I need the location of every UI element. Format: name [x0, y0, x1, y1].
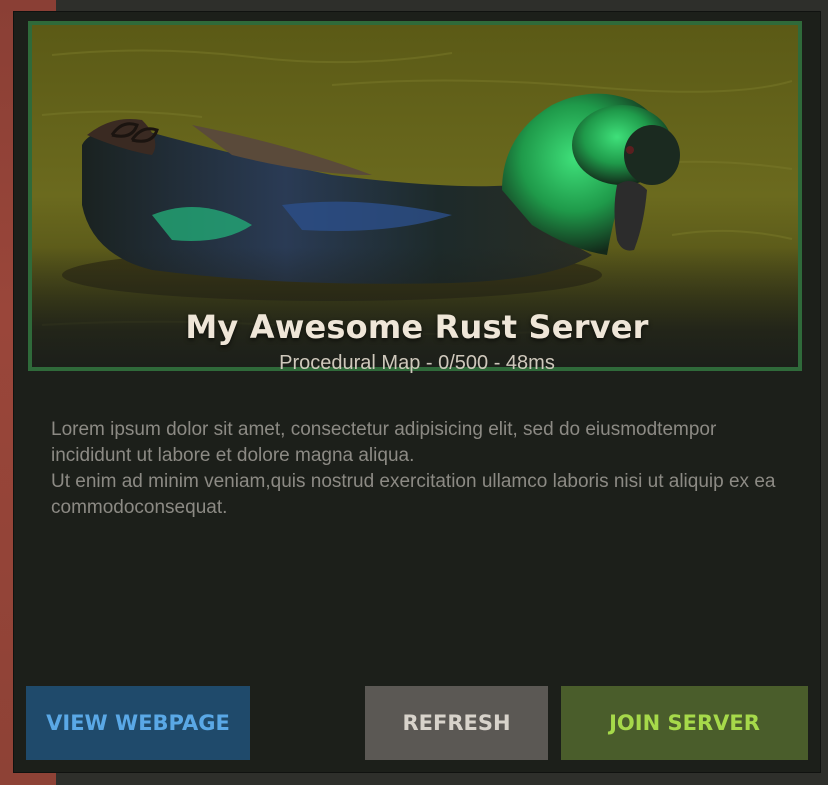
- refresh-button[interactable]: REFRESH: [365, 686, 548, 760]
- hero-fade-overlay: [32, 247, 798, 367]
- server-description: Lorem ipsum dolor sit amet, consectetur …: [51, 417, 781, 521]
- server-info-modal: My Awesome Rust Server Procedural Map - …: [14, 12, 820, 772]
- description-line-1: Lorem ipsum dolor sit amet, consectetur …: [51, 419, 717, 466]
- view-webpage-button[interactable]: VIEW WEBPAGE: [26, 686, 250, 760]
- description-line-2: Ut enim ad minim veniam,quis nostrud exe…: [51, 471, 776, 518]
- join-server-button[interactable]: JOIN SERVER: [561, 686, 808, 760]
- server-title: My Awesome Rust Server: [185, 308, 649, 346]
- server-meta: Procedural Map - 0/500 - 48ms: [279, 352, 555, 374]
